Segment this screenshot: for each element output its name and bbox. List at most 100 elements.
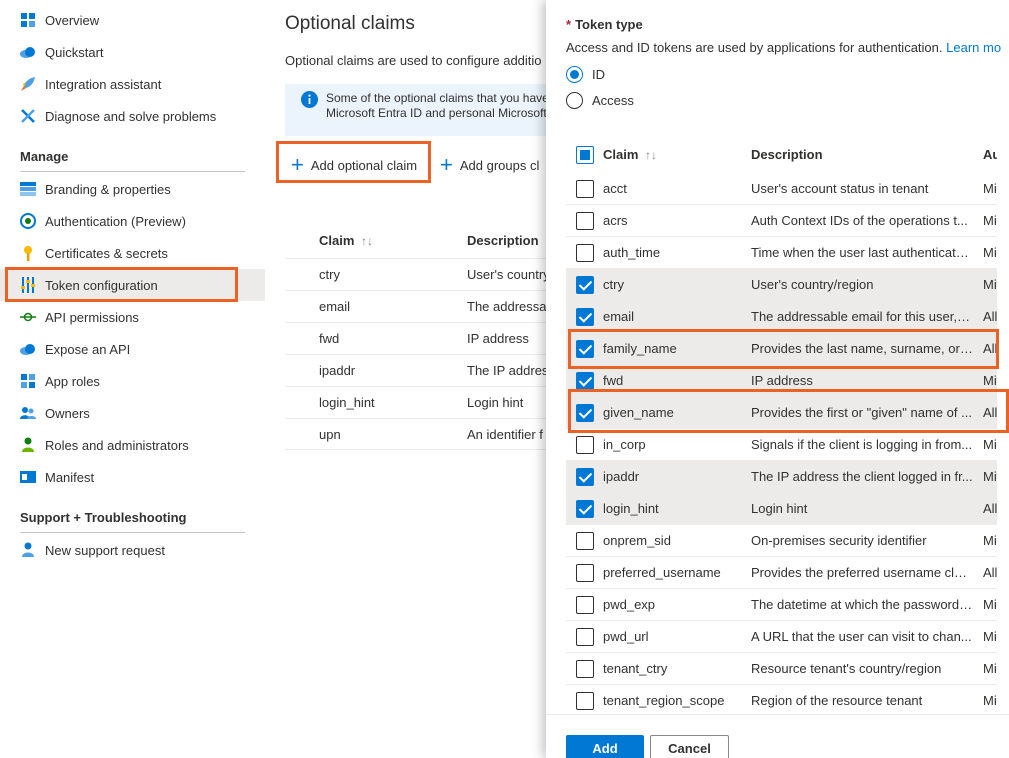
- cell-audience: All: [983, 501, 997, 516]
- learn-more-link[interactable]: Learn mo: [946, 40, 1001, 55]
- radio-label: ID: [592, 67, 605, 82]
- cell-claim: ipaddr: [603, 469, 640, 484]
- nav-item-certificates[interactable]: Certificates & secrets: [0, 237, 265, 269]
- cancel-button[interactable]: Cancel: [650, 735, 729, 758]
- claim-row-onprem-sid[interactable]: onprem_sid On-premises security identifi…: [566, 525, 997, 557]
- cell-description: Signals if the client is logging in from…: [751, 437, 973, 452]
- cell-claim: email: [319, 299, 351, 314]
- cell-description: Login hint: [467, 395, 524, 410]
- row-checkbox[interactable]: [576, 628, 594, 646]
- nav-item-manifest[interactable]: Manifest: [0, 461, 265, 493]
- cell-description: The datetime at which the password ...: [751, 597, 973, 612]
- cell-description: On-premises security identifier: [751, 533, 927, 548]
- add-groups-claim-button[interactable]: + Add groups cl: [440, 157, 546, 173]
- nav-item-integration-assistant[interactable]: Integration assistant: [0, 68, 265, 100]
- row-checkbox[interactable]: [576, 692, 594, 710]
- row-checkbox[interactable]: [576, 180, 594, 198]
- nav-label: Quickstart: [45, 44, 104, 60]
- add-optional-claim-panel: * Token type Access and ID tokens are use…: [546, 0, 1009, 758]
- row-checkbox[interactable]: [576, 596, 594, 614]
- rocket-icon: [20, 76, 36, 92]
- person-support-icon: [20, 542, 36, 558]
- claim-row-acct[interactable]: acct User's account status in tenant Mi: [566, 173, 997, 205]
- claim-row-ctry[interactable]: ctry User's country/region Mi: [566, 269, 997, 301]
- plus-icon: +: [291, 152, 304, 177]
- token-type-text: Token type: [575, 17, 643, 32]
- info-line-1: Some of the optional claims that you hav…: [326, 91, 547, 105]
- sort-icon: ↑↓: [361, 234, 374, 248]
- nav-item-quickstart[interactable]: Quickstart: [0, 36, 265, 68]
- table-row[interactable]: email The addressab: [285, 290, 547, 322]
- nav-item-authentication[interactable]: Authentication (Preview): [0, 205, 265, 237]
- row-checkbox[interactable]: [576, 436, 594, 454]
- claim-row-auth-time[interactable]: auth_time Time when the user last authen…: [566, 237, 997, 269]
- nav-item-owners[interactable]: Owners: [0, 397, 265, 429]
- cell-audience: Mi: [983, 693, 997, 708]
- nav-item-branding[interactable]: Branding & properties: [0, 173, 265, 205]
- nav-item-overview[interactable]: Overview: [0, 4, 265, 36]
- row-checkbox[interactable]: [576, 244, 594, 262]
- nav-item-app-roles[interactable]: App roles: [0, 365, 265, 397]
- nav-label: Branding & properties: [45, 181, 171, 197]
- claim-row-pwd-url[interactable]: pwd_url A URL that the user can visit to…: [566, 621, 997, 653]
- cell-description: Resource tenant's country/region: [751, 661, 942, 676]
- column-header-claim[interactable]: Claim ↑↓: [603, 147, 657, 162]
- cell-claim: in_corp: [603, 437, 646, 452]
- table-row[interactable]: ctry User's country: [285, 258, 547, 290]
- claim-row-family-name[interactable]: family_name Provides the last name, surn…: [566, 333, 997, 365]
- radio-selected-icon: [566, 66, 583, 83]
- nav-item-api-permissions[interactable]: API permissions: [0, 301, 265, 333]
- table-row[interactable]: ipaddr The IP address: [285, 354, 547, 386]
- nav-label: Integration assistant: [45, 76, 162, 92]
- table-row[interactable]: upn An identifier f: [285, 418, 547, 450]
- row-checkbox[interactable]: [576, 372, 594, 390]
- claim-row-ipaddr[interactable]: ipaddr The IP address the client logged …: [566, 461, 997, 493]
- info-text: Some of the optional claims that you hav…: [326, 91, 547, 121]
- add-optional-claim-button[interactable]: + Add optional claim: [291, 152, 417, 177]
- nav-item-expose-api[interactable]: Expose an API: [0, 333, 265, 365]
- claim-row-given-name[interactable]: given_name Provides the first or "given"…: [566, 397, 997, 429]
- cell-description: The IP address the client logged in fr..…: [751, 469, 973, 484]
- row-checkbox[interactable]: [576, 500, 594, 518]
- column-header-description: Description: [467, 233, 539, 248]
- row-checkbox[interactable]: [576, 404, 594, 422]
- row-checkbox[interactable]: [576, 308, 594, 326]
- claim-row-tenant-ctry[interactable]: tenant_ctry Resource tenant's country/re…: [566, 653, 997, 685]
- add-button[interactable]: Add: [566, 735, 644, 758]
- nav-item-token-configuration[interactable]: Token configuration: [0, 269, 265, 301]
- table-row[interactable]: login_hint Login hint: [285, 386, 547, 418]
- claim-row-login-hint[interactable]: login_hint Login hint All: [566, 493, 997, 525]
- row-checkbox[interactable]: [576, 276, 594, 294]
- cell-audience: All: [983, 341, 997, 356]
- row-checkbox[interactable]: [576, 340, 594, 358]
- nav-item-new-support-request[interactable]: New support request: [0, 534, 265, 566]
- cell-claim: fwd: [319, 331, 340, 346]
- row-checkbox[interactable]: [576, 212, 594, 230]
- row-checkbox[interactable]: [576, 564, 594, 582]
- select-all-checkbox[interactable]: [576, 146, 594, 164]
- claim-row-tenant-region-scope[interactable]: tenant_region_scope Region of the resour…: [566, 685, 997, 714]
- claim-row-pwd-exp[interactable]: pwd_exp The datetime at which the passwo…: [566, 589, 997, 621]
- page-title: Optional claims: [285, 13, 415, 34]
- radio-label: Access: [592, 93, 634, 108]
- divider: [20, 171, 245, 172]
- radio-id[interactable]: ID: [566, 66, 605, 83]
- cell-audience: Mi: [983, 181, 997, 196]
- row-checkbox[interactable]: [576, 468, 594, 486]
- cell-description: Provides the preferred username clai...: [751, 565, 973, 580]
- claim-row-email[interactable]: email The addressable email for this use…: [566, 301, 997, 333]
- owners-icon: [20, 405, 36, 421]
- row-checkbox[interactable]: [576, 660, 594, 678]
- claim-row-preferred-username[interactable]: preferred_username Provides the preferre…: [566, 557, 997, 589]
- cell-description: IP address: [467, 331, 529, 346]
- column-header-claim[interactable]: Claim ↑↓: [319, 233, 373, 248]
- radio-access[interactable]: Access: [566, 92, 634, 109]
- app-roles-icon: [20, 373, 36, 389]
- claim-row-acrs[interactable]: acrs Auth Context IDs of the operations …: [566, 205, 997, 237]
- claim-row-fwd[interactable]: fwd IP address Mi: [566, 365, 997, 397]
- nav-item-diagnose[interactable]: Diagnose and solve problems: [0, 100, 265, 132]
- claim-row-in-corp[interactable]: in_corp Signals if the client is logging…: [566, 429, 997, 461]
- nav-item-roles-admins[interactable]: Roles and administrators: [0, 429, 265, 461]
- row-checkbox[interactable]: [576, 532, 594, 550]
- table-row[interactable]: fwd IP address: [285, 322, 547, 354]
